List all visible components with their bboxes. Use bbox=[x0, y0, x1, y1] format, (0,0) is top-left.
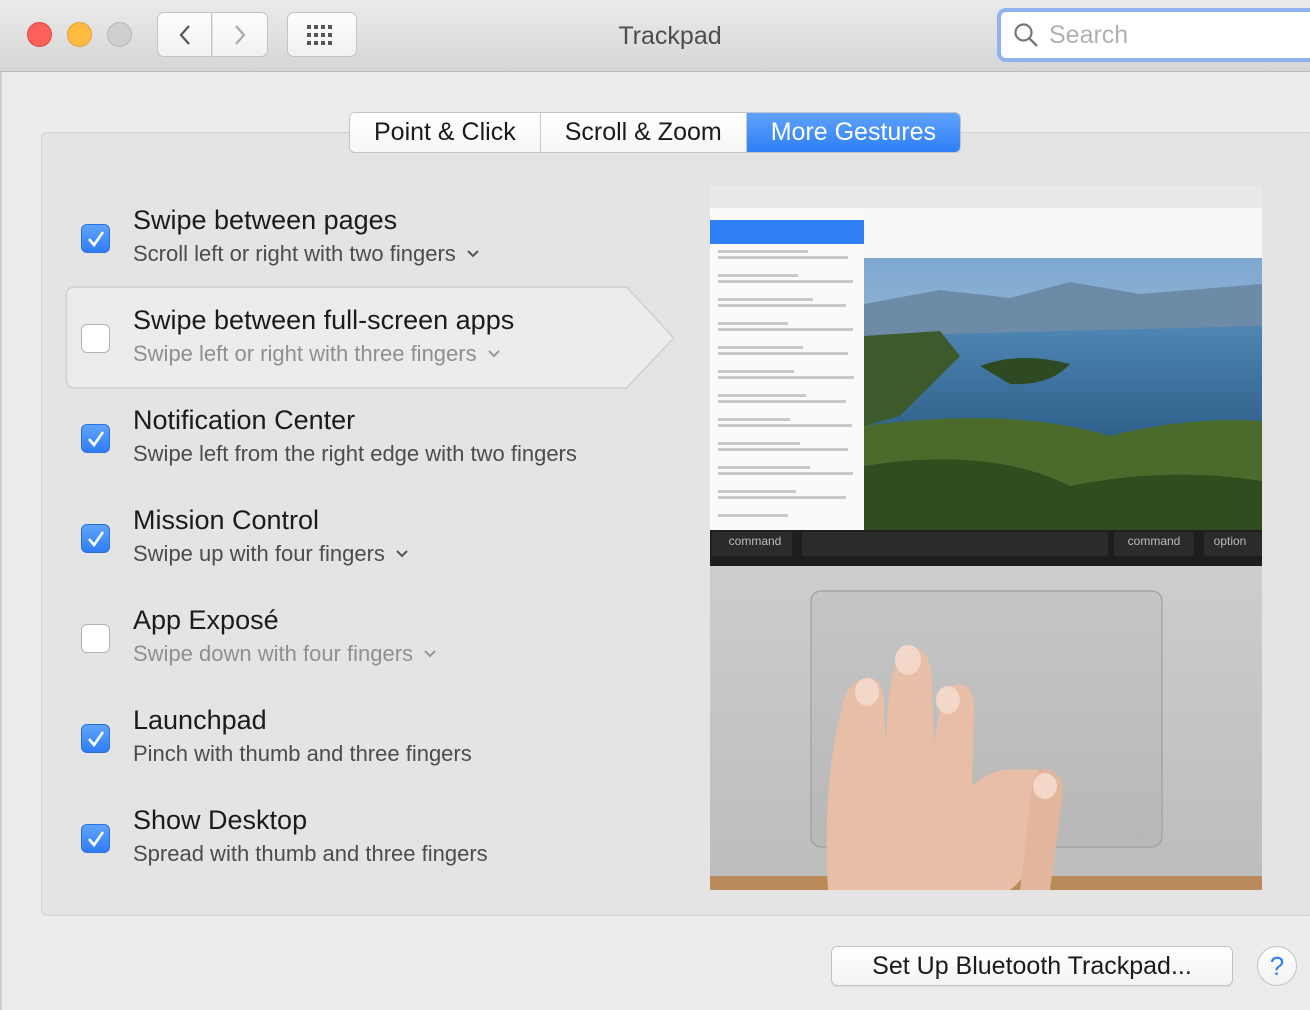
window-edge bbox=[0, 72, 2, 1010]
gesture-row-launchpad[interactable]: Launchpad Pinch with thumb and three fin… bbox=[62, 686, 682, 790]
gesture-option-popup[interactable]: Swipe up with four fingers bbox=[133, 541, 409, 567]
mission-control-checkbox[interactable] bbox=[81, 524, 110, 553]
gesture-title: Launchpad bbox=[133, 705, 267, 735]
notification-center-checkbox[interactable] bbox=[81, 424, 110, 453]
gesture-option-popup[interactable]: Swipe down with four fingers bbox=[133, 641, 437, 667]
search-icon bbox=[1014, 23, 1038, 47]
checkmark-icon bbox=[87, 830, 104, 847]
search-input[interactable] bbox=[1049, 20, 1299, 50]
gesture-row-notification-center[interactable]: Notification Center Swipe left from the … bbox=[62, 386, 682, 490]
checkmark-icon bbox=[87, 430, 104, 447]
key-option: option bbox=[1214, 534, 1247, 548]
gesture-subtitle: Swipe left or right with three fingers bbox=[133, 341, 477, 366]
gesture-title: Swipe between full-screen apps bbox=[133, 305, 515, 335]
key-command-left: command bbox=[729, 534, 782, 548]
swipe-fullscreen-checkbox[interactable] bbox=[81, 324, 110, 353]
gesture-title: Show Desktop bbox=[133, 805, 308, 835]
checkmark-icon bbox=[87, 230, 104, 247]
gesture-subtitle: Swipe up with four fingers bbox=[133, 541, 385, 566]
launchpad-checkbox[interactable] bbox=[81, 724, 110, 753]
gesture-subtitle: Spread with thumb and three fingers bbox=[133, 841, 488, 866]
gesture-row-show-desktop[interactable]: Show Desktop Spread with thumb and three… bbox=[62, 786, 682, 890]
checkmark-icon bbox=[87, 530, 104, 547]
selection-highlight bbox=[65, 286, 675, 389]
gesture-option-popup[interactable]: Scroll left or right with two fingers bbox=[133, 241, 480, 267]
checkmark-icon bbox=[87, 730, 104, 747]
trackpad-preview-image: command command option bbox=[710, 186, 1262, 890]
gesture-subtitle: Pinch with thumb and three fingers bbox=[133, 741, 472, 766]
tab-bar: Point & Click Scroll & Zoom More Gesture… bbox=[349, 112, 962, 153]
gesture-title: Notification Center bbox=[133, 405, 356, 435]
chevron-down-icon bbox=[396, 550, 408, 558]
gesture-option-popup[interactable]: Swipe left or right with three fingers bbox=[133, 341, 501, 367]
chevron-down-icon bbox=[424, 650, 436, 658]
key-command-right: command bbox=[1128, 534, 1181, 548]
app-expose-checkbox[interactable] bbox=[81, 624, 110, 653]
gesture-subtitle: Scroll left or right with two fingers bbox=[133, 241, 456, 266]
tab-more-gestures[interactable]: More Gestures bbox=[746, 113, 961, 152]
title-bar: Trackpad bbox=[0, 0, 1310, 72]
help-button[interactable]: ? bbox=[1257, 946, 1297, 986]
show-desktop-checkbox[interactable] bbox=[81, 824, 110, 853]
gesture-subtitle: Swipe left from the right edge with two … bbox=[133, 441, 577, 466]
gesture-subtitle: Swipe down with four fingers bbox=[133, 641, 414, 666]
gesture-row-swipe-pages[interactable]: Swipe between pages Scroll left or right… bbox=[62, 186, 682, 290]
gesture-row-swipe-fullscreen[interactable]: Swipe between full-screen apps Swipe lef… bbox=[62, 286, 682, 390]
gesture-row-mission-control[interactable]: Mission Control Swipe up with four finge… bbox=[62, 486, 682, 590]
tab-scroll-zoom[interactable]: Scroll & Zoom bbox=[540, 113, 747, 152]
gesture-title: Mission Control bbox=[133, 505, 320, 535]
tab-point-click[interactable]: Point & Click bbox=[350, 113, 541, 152]
gesture-row-app-expose[interactable]: App Exposé Swipe down with four fingers bbox=[62, 586, 682, 690]
gesture-preview-illustration: command command option bbox=[710, 186, 1262, 890]
chevron-down-icon bbox=[487, 350, 500, 358]
setup-bluetooth-trackpad-button[interactable]: Set Up Bluetooth Trackpad... bbox=[831, 946, 1233, 986]
gesture-title: Swipe between pages bbox=[133, 205, 398, 235]
chevron-down-icon bbox=[467, 250, 479, 258]
search-field[interactable] bbox=[997, 8, 1310, 62]
gesture-title: App Exposé bbox=[133, 605, 279, 635]
swipe-pages-checkbox[interactable] bbox=[81, 224, 110, 253]
